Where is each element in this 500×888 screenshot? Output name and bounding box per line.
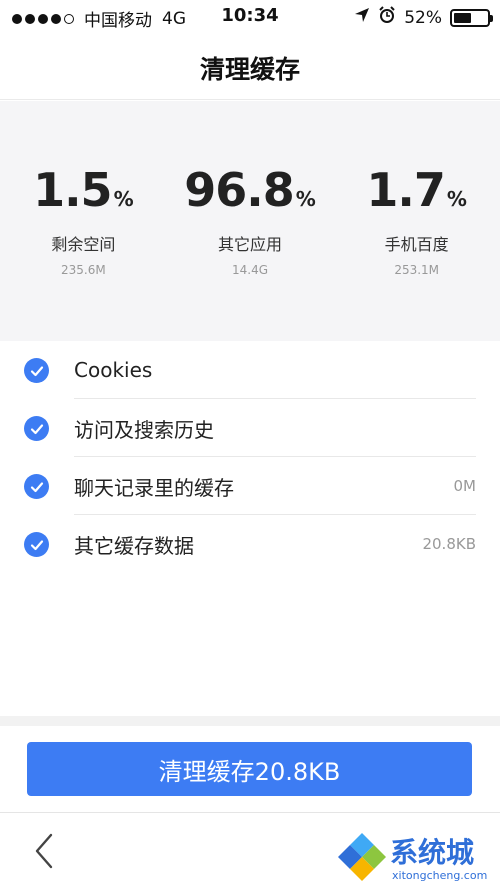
stat-unit: %: [295, 187, 316, 211]
stat-value: 96.8: [184, 163, 294, 217]
stat-unit: %: [446, 187, 467, 211]
battery-percent: 52%: [404, 7, 442, 28]
page-title: 清理缓存: [199, 55, 300, 84]
stat-label: 剩余空间: [51, 235, 116, 254]
battery-icon: [450, 8, 493, 27]
checkbox-checked-icon[interactable]: [24, 358, 49, 383]
list-item-value: 0M: [453, 477, 477, 495]
stat-unit: %: [113, 187, 134, 211]
stat-label: 手机百度: [384, 235, 449, 254]
battery-level-fill: [454, 12, 471, 23]
bottom-nav-bar: 系统城 xitongcheng.com: [0, 812, 500, 888]
list-item-history[interactable]: 访问及搜索历史: [0, 399, 500, 457]
watermark-url: xitongcheng.com: [392, 869, 488, 882]
back-button[interactable]: [24, 827, 64, 875]
watermark-logo-icon: [338, 833, 386, 881]
list-item-value: 20.8KB: [422, 535, 476, 553]
stat-baidu-app: 1.7% 手机百度 253.1M: [333, 101, 500, 341]
stat-size: 253.1M: [394, 263, 440, 277]
watermark: 系统城 xitongcheng.com: [334, 829, 494, 888]
list-item-label: Cookies: [74, 358, 153, 382]
clean-cache-button[interactable]: 清理缓存20.8KB: [27, 742, 472, 796]
stat-size: 14.4G: [231, 263, 269, 277]
stat-value: 1.5: [33, 163, 112, 217]
stat-free-space: 1.5% 剩余空间 235.6M: [0, 101, 167, 341]
cache-options-list: Cookies 访问及搜索历史 聊天记录里的缓存 0M 其它缓存数据 20.8K…: [0, 341, 500, 573]
chevron-left-icon: [35, 833, 53, 869]
checkbox-checked-icon[interactable]: [24, 416, 49, 441]
stat-label: 其它应用: [218, 235, 283, 254]
list-item-other-cache[interactable]: 其它缓存数据 20.8KB: [0, 515, 500, 573]
stat-value: 1.7: [366, 163, 445, 217]
watermark-title: 系统城: [390, 836, 475, 869]
checkbox-checked-icon[interactable]: [24, 474, 49, 499]
alarm-clock-icon: [378, 6, 396, 29]
list-item-cookies[interactable]: Cookies: [0, 341, 500, 399]
list-item-label: 聊天记录里的缓存: [74, 475, 234, 500]
list-item-label: 访问及搜索历史: [74, 417, 214, 442]
stat-other-apps: 96.8% 其它应用 14.4G: [167, 101, 334, 341]
section-separator: [0, 716, 500, 726]
checkbox-checked-icon[interactable]: [24, 532, 49, 557]
location-arrow-icon: [354, 7, 370, 28]
status-right: 52%: [354, 6, 493, 29]
status-bar: 中国移动 4G 10:34 52%: [0, 0, 500, 34]
list-item-label: 其它缓存数据: [74, 533, 194, 558]
storage-stats-panel: 1.5% 剩余空间 235.6M 96.8% 其它应用 14.4G 1.7% 手…: [0, 101, 500, 341]
stat-size: 235.6M: [60, 263, 106, 277]
nav-header: 清理缓存: [0, 34, 500, 100]
list-item-chat-cache[interactable]: 聊天记录里的缓存 0M: [0, 457, 500, 515]
